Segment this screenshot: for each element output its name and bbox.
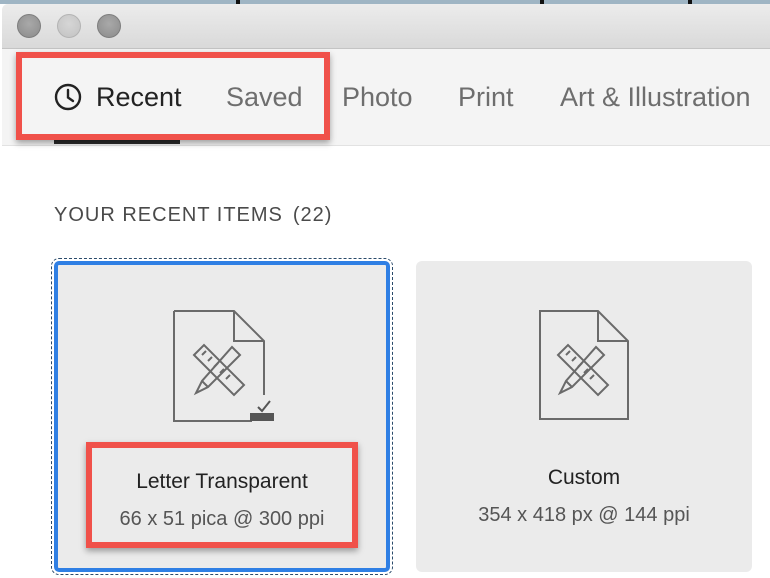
tab-label: Saved xyxy=(226,81,303,112)
minimize-window-button[interactable] xyxy=(57,14,81,38)
tab-label: Photo xyxy=(342,81,413,112)
tab-art-illustration[interactable]: Art & Illustration xyxy=(560,49,751,145)
preset-name: Letter Transparent xyxy=(136,470,308,493)
tab-label: Recent xyxy=(96,81,182,112)
preset-tab-bar: Recent Saved Photo Print Art & Illustrat… xyxy=(2,49,770,146)
item-count: (22) xyxy=(292,204,333,226)
preset-size: 354 x 418 px @ 144 ppi xyxy=(478,504,690,526)
tab-print[interactable]: Print xyxy=(458,49,514,145)
preset-size: 66 x 51 pica @ 300 ppi xyxy=(119,508,325,530)
section-title-text: YOUR RECENT ITEMS xyxy=(54,204,283,226)
tab-saved[interactable]: Saved xyxy=(226,49,303,145)
tab-label: Art & Illustration xyxy=(560,81,751,112)
zoom-window-button[interactable] xyxy=(97,14,121,38)
artboard-document-icon xyxy=(539,310,629,420)
preset-card-letter-transparent[interactable]: Letter Transparent 66 x 51 pica @ 300 pp… xyxy=(51,258,393,575)
title-bar[interactable] xyxy=(2,4,770,49)
close-window-button[interactable] xyxy=(17,14,41,38)
tab-label: Print xyxy=(458,81,514,112)
tab-photo[interactable]: Photo xyxy=(342,49,413,145)
preset-card-custom[interactable]: Custom 354 x 418 px @ 144 ppi xyxy=(416,261,752,572)
active-tab-indicator xyxy=(54,140,180,144)
clock-icon xyxy=(54,83,82,111)
tab-recent[interactable]: Recent xyxy=(54,49,182,145)
artboard-document-icon xyxy=(173,310,274,422)
section-title: YOUR RECENT ITEMS (22) xyxy=(54,204,332,227)
preset-name: Custom xyxy=(547,466,621,489)
new-document-window: Recent Saved Photo Print Art & Illustrat… xyxy=(2,4,770,578)
